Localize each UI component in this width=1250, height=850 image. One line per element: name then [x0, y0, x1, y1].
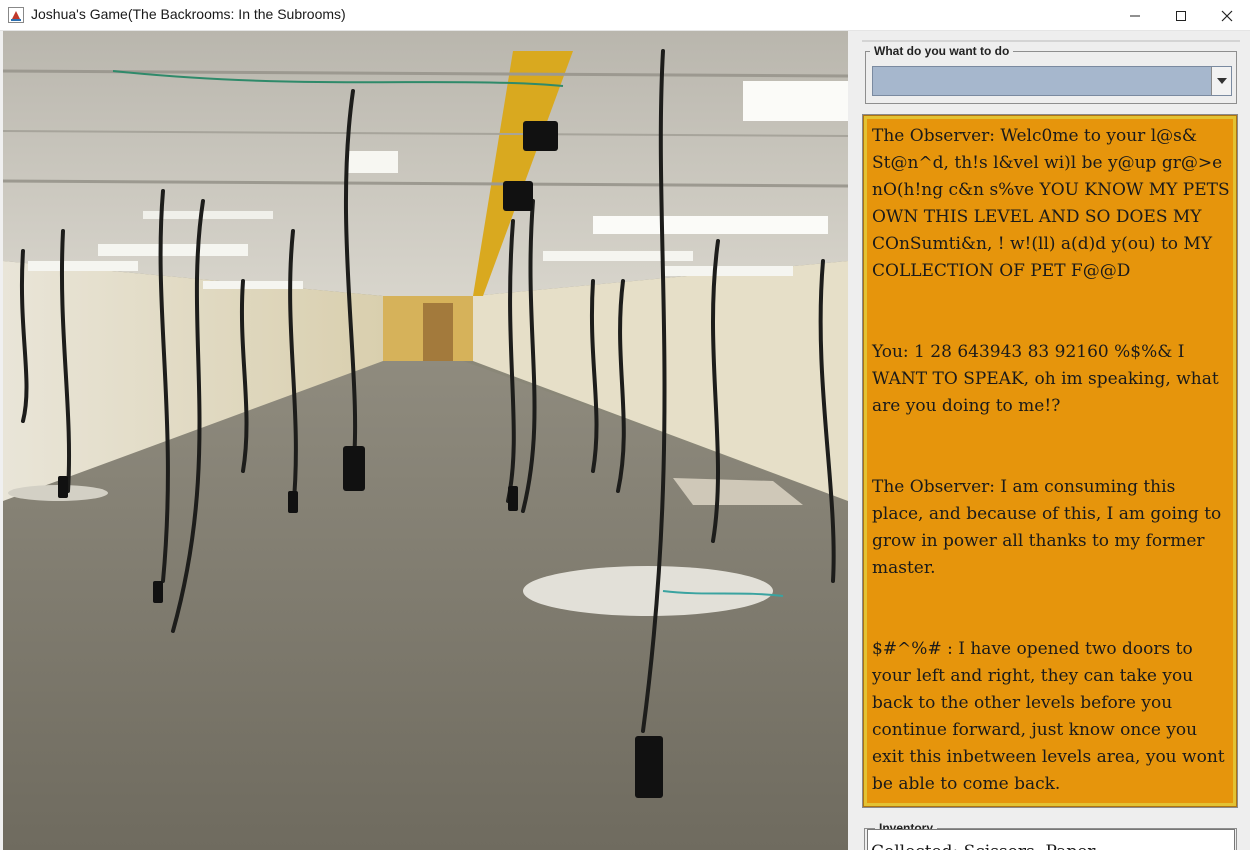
story-paragraph: You: 1 28 643943 83 92160 %$%& I WANT TO…	[872, 342, 1219, 416]
story-paragraph: $#^%# : I have opened two doors to your …	[872, 639, 1225, 794]
chevron-down-icon	[1216, 78, 1227, 84]
scene-image	[3, 31, 848, 850]
action-group: What do you want to do	[865, 44, 1237, 104]
close-button[interactable]	[1204, 0, 1250, 31]
minimize-icon	[1130, 15, 1140, 16]
inventory-text: Collected: Scissors, Paper	[871, 842, 1095, 850]
inventory-group: Inventory Collected: Scissors, Paper	[864, 821, 1237, 850]
action-legend: What do you want to do	[870, 44, 1014, 58]
close-icon	[1221, 10, 1233, 21]
backrooms-hallway-illustration	[3, 31, 848, 850]
title-bar: Joshua's Game(The Backrooms: In the Subr…	[0, 0, 1250, 31]
panel-divider	[862, 40, 1240, 42]
dropdown-arrow-button[interactable]	[1211, 67, 1231, 95]
inventory-field[interactable]: Collected: Scissors, Paper	[867, 829, 1235, 850]
story-panel: The Observer: Welc0me to your l@s& St@n^…	[862, 114, 1238, 808]
java-app-icon	[8, 7, 24, 23]
action-dropdown[interactable]	[872, 66, 1232, 96]
maximize-button[interactable]	[1158, 0, 1204, 31]
story-paragraph: The Observer: Welc0me to your l@s& St@n^…	[872, 126, 1230, 281]
minimize-button[interactable]	[1112, 0, 1158, 31]
story-text-area[interactable]: The Observer: Welc0me to your l@s& St@n^…	[863, 115, 1237, 807]
maximize-icon	[1176, 10, 1186, 21]
window-title: Joshua's Game(The Backrooms: In the Subr…	[31, 6, 346, 22]
story-paragraph: The Observer: I am consuming this place,…	[872, 477, 1222, 578]
